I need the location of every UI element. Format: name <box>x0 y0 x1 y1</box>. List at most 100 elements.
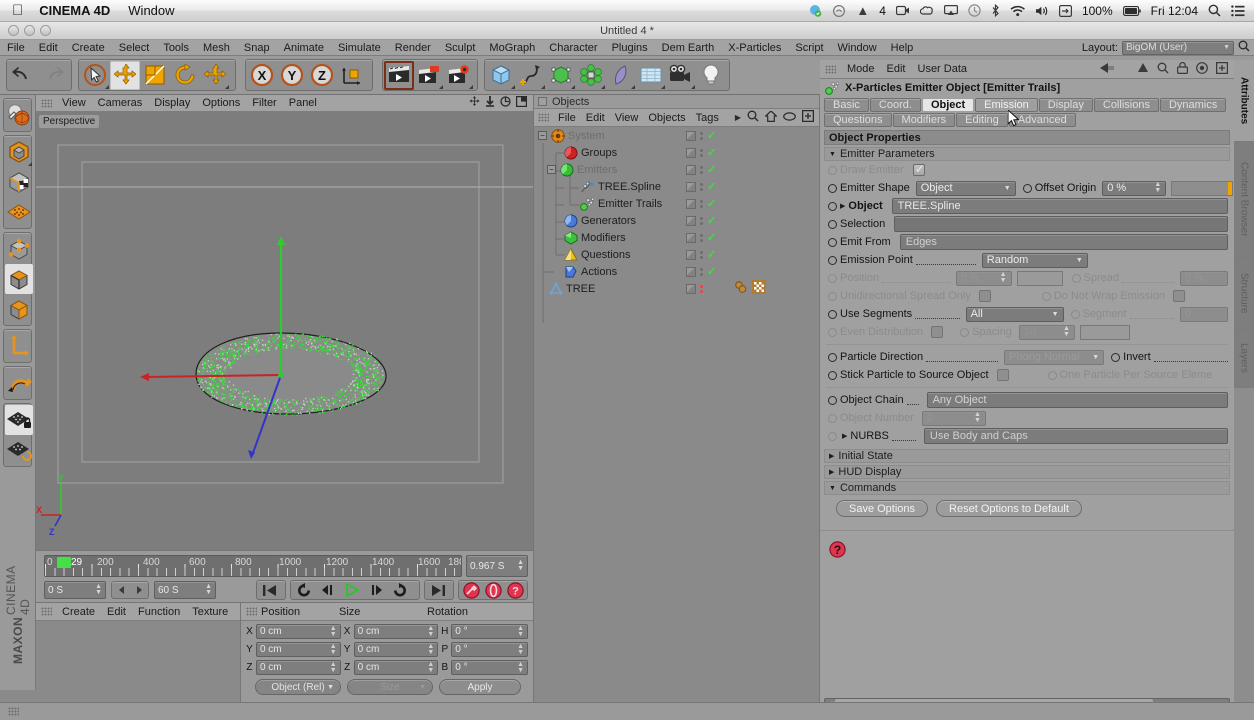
tree-row-modifiers[interactable]: Modifiers ✓ <box>534 229 819 246</box>
viewport-menu-view[interactable]: View <box>56 97 92 109</box>
menu-mesh[interactable]: Mesh <box>196 40 237 56</box>
size-y-field[interactable]: 0 cm ▲ ▼ <box>353 642 439 657</box>
spinner-icon[interactable]: ▲ ▼ <box>427 661 434 674</box>
tab-object[interactable]: Object <box>921 98 975 112</box>
planar-workplane-tool[interactable] <box>5 435 33 465</box>
menu-animate[interactable]: Animate <box>277 40 331 56</box>
home-icon[interactable] <box>764 109 778 125</box>
enable-tick-icon[interactable]: ✓ <box>707 130 716 141</box>
playhead[interactable] <box>57 557 71 568</box>
visibility-dots[interactable] <box>700 233 703 242</box>
timemachine-icon[interactable] <box>968 4 981 17</box>
group-emitter-parameters[interactable]: ▼ Emitter Parameters <box>824 147 1230 161</box>
tree-row-emitters[interactable]: − Emitters ✓ <box>534 161 819 178</box>
add-array-button[interactable] <box>576 61 606 90</box>
menu-create[interactable]: Create <box>65 40 112 56</box>
go-to-end-button[interactable] <box>426 580 450 600</box>
spread-field[interactable]: 0 % <box>1180 270 1228 286</box>
tab-coord[interactable]: Coord. <box>869 98 921 112</box>
menu-tools[interactable]: Tools <box>156 40 196 56</box>
timeline-ruler[interactable]: 0 29 200 400 600 800 1000 1200 1400 1600… <box>44 555 462 577</box>
tab-modifiers[interactable]: Modifiers <box>892 113 956 127</box>
rotation-b-field[interactable]: 0 ° ▲ ▼ <box>451 660 528 675</box>
play-button[interactable] <box>340 580 364 600</box>
panel-grip[interactable] <box>538 113 549 122</box>
material-menu-edit[interactable]: Edit <box>101 606 132 618</box>
animation-dot-spread[interactable] <box>1071 273 1081 283</box>
dock-tab-attributes[interactable]: Attributes <box>1234 60 1254 142</box>
spinner-icon[interactable]: ▲ ▼ <box>517 643 524 656</box>
add-cube-button[interactable] <box>486 61 516 90</box>
panel-toggle-icon[interactable] <box>538 97 547 106</box>
spinner-icon[interactable]: ▲ ▼ <box>1000 271 1007 284</box>
live-selection-tool[interactable] <box>80 61 110 90</box>
menu-edit[interactable]: Edit <box>32 40 65 56</box>
expander-icon[interactable]: − <box>547 165 556 174</box>
start-time-field[interactable]: 0 S ▲ ▼ <box>44 581 106 599</box>
target-icon[interactable] <box>1196 61 1208 77</box>
search-icon[interactable] <box>1208 4 1221 17</box>
axis-mode-tool[interactable] <box>5 331 33 361</box>
enable-tick-icon[interactable]: ✓ <box>707 181 716 192</box>
wifi-icon[interactable] <box>1010 5 1025 17</box>
even-distribution-checkbox[interactable] <box>931 326 944 338</box>
visibility-editor-toggle[interactable] <box>686 181 696 192</box>
spinner-icon[interactable]: ▲ ▼ <box>974 411 981 424</box>
tree-row-tree-spline[interactable]: TREE.Spline ✓ <box>534 178 819 195</box>
scale-tool[interactable] <box>140 61 170 90</box>
panel-grip[interactable] <box>41 607 52 616</box>
rotation-h-field[interactable]: 0 ° ▲ ▼ <box>451 624 528 639</box>
render-settings-button[interactable] <box>444 61 474 90</box>
menu-dem-earth[interactable]: Dem Earth <box>655 40 722 56</box>
viewport-menu-filter[interactable]: Filter <box>246 97 282 109</box>
segment-field[interactable]: 0 <box>1180 306 1228 322</box>
enable-tick-icon[interactable]: ✓ <box>707 215 716 226</box>
position-z-field[interactable]: 0 cm ▲ ▼ <box>255 660 341 675</box>
record-active-objects-button[interactable] <box>460 580 482 600</box>
unidirectional-spread-checkbox[interactable] <box>978 290 991 302</box>
group-initial-state[interactable]: ▶ Initial State <box>824 449 1230 463</box>
visibility-editor-toggle[interactable] <box>686 130 696 141</box>
lock-x-axis-button[interactable]: X <box>247 61 277 90</box>
animation-dot-unidirectional[interactable] <box>828 291 837 301</box>
object-menu-tags[interactable]: Tags <box>691 112 724 124</box>
nurbs-field[interactable]: Use Body and Caps <box>923 428 1228 444</box>
step-left-button[interactable] <box>113 583 130 598</box>
offset-origin-field[interactable]: 0 % ▲ ▼ <box>1102 180 1167 196</box>
animation-dot-particle-direction[interactable] <box>828 352 837 362</box>
texture-tag[interactable] <box>752 280 766 297</box>
animation-dot-emission-point[interactable] <box>828 255 837 265</box>
spinner-icon[interactable]: ▲ ▼ <box>1154 181 1161 194</box>
panel-grip[interactable] <box>825 64 836 74</box>
airplay-icon[interactable] <box>943 5 958 16</box>
animation-dot-segment[interactable] <box>1070 309 1080 319</box>
zoom-icon[interactable] <box>485 96 495 110</box>
tab-dynamics[interactable]: Dynamics <box>1159 98 1227 112</box>
question-help-icon[interactable]: ? <box>829 541 846 561</box>
apple-icon[interactable]:  <box>12 3 23 18</box>
animation-dot-invert[interactable] <box>1111 352 1121 362</box>
step-right-button[interactable] <box>130 583 147 598</box>
tree-row-system[interactable]: − System ✓ <box>534 127 819 144</box>
tree-row-tree[interactable]: TREE <box>534 280 819 297</box>
undo-button[interactable] <box>8 61 38 90</box>
back-arrow-icon[interactable] <box>1099 62 1115 77</box>
visibility-editor-toggle[interactable] <box>686 164 696 175</box>
layout-select[interactable]: BigOM (User) ▼ <box>1122 40 1234 55</box>
spinner-icon[interactable]: ▲ ▼ <box>330 643 337 656</box>
attr-menu-edit[interactable]: Edit <box>881 63 912 75</box>
maximize-icon[interactable] <box>516 96 528 110</box>
dropbox-icon[interactable] <box>808 4 822 18</box>
cloud-icon[interactable] <box>919 5 934 16</box>
reset-options-button[interactable]: Reset Options to Default <box>936 500 1082 517</box>
menu-select[interactable]: Select <box>112 40 157 56</box>
tab-editing[interactable]: Editing <box>956 113 1008 127</box>
animation-dot-emit-from[interactable] <box>828 237 837 247</box>
expander-icon[interactable]: − <box>538 131 547 140</box>
tab-collisions[interactable]: Collisions <box>1093 98 1159 112</box>
rotation-p-field[interactable]: 0 ° ▲ ▼ <box>451 642 528 657</box>
offset-origin-slider[interactable] <box>1171 180 1234 196</box>
menu-sculpt[interactable]: Sculpt <box>438 40 483 56</box>
add-camera-button[interactable] <box>666 61 696 90</box>
lock-icon[interactable] <box>1177 61 1189 77</box>
